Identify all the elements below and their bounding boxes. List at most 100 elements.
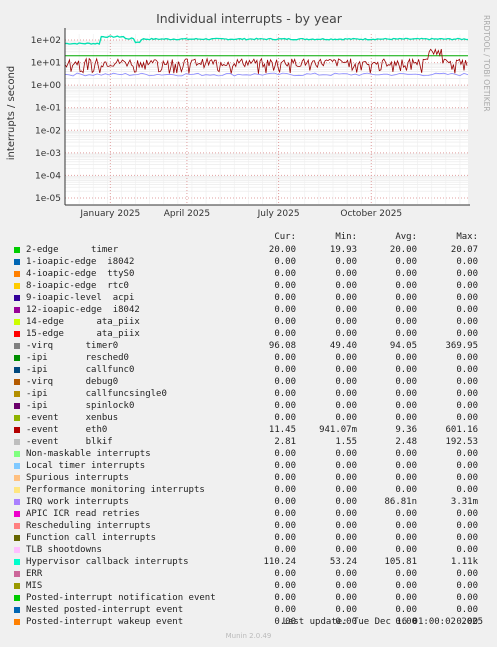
legend-cur: 0.00: [274, 485, 296, 495]
x-tick-label: October 2025: [340, 209, 402, 219]
legend-min: 0.00: [335, 533, 357, 543]
legend-row: Local timer interrupts 0.00 0.00 0.00 0.00: [0, 460, 497, 472]
legend-label: -virq timer0: [26, 341, 119, 351]
legend-min: 0.00: [335, 485, 357, 495]
legend-min: 0.00: [335, 269, 357, 279]
legend-avg: 0.00: [395, 317, 417, 327]
chart-area: Individual interrupts - by year interrup…: [6, 11, 491, 219]
legend-cur: 0.00: [274, 473, 296, 483]
legend-min: 0.00: [335, 593, 357, 603]
legend-row: -virq debug0 0.00 0.00 0.00 0.00: [0, 376, 497, 388]
legend-row: 8-ioapic-edge rtc0 0.00 0.00 0.00 0.00: [0, 280, 497, 292]
legend-label: Nested posted-interrupt event: [26, 605, 184, 615]
legend-header-max: Max:: [456, 232, 478, 242]
legend-min: 0.00: [335, 581, 357, 591]
legend-label: -ipi callfuncsingle0: [26, 389, 167, 399]
legend-swatch: [14, 487, 20, 493]
legend-row: 12-ioapic-edge i8042 0.00 0.00 0.00 0.00: [0, 304, 497, 316]
legend-cur: 0.00: [274, 605, 296, 615]
legend-min: 0.00: [335, 353, 357, 363]
legend-avg: 0.00: [395, 509, 417, 519]
legend-swatch: [14, 343, 20, 349]
legend-label: Spurious interrupts: [26, 473, 129, 483]
legend-swatch: [14, 583, 20, 589]
legend-swatch: [14, 439, 20, 445]
legend-min: 941.07m: [319, 425, 357, 435]
legend-row: Performance monitoring interrupts 0.00 0.0…: [0, 484, 497, 496]
legend-min: 49.40: [329, 341, 357, 351]
legend-row: Spurious interrupts 0.00 0.00 0.00 0.00: [0, 472, 497, 484]
legend-max: 192.53: [445, 437, 478, 447]
legend-label: TLB shootdowns: [26, 545, 102, 555]
x-tick-label: April 2025: [164, 209, 210, 219]
legend-max: 1.11k: [450, 557, 478, 567]
legend-cur: 0.00: [274, 377, 296, 387]
legend-label: -event xenbus: [26, 413, 119, 423]
legend-cur: 0.00: [274, 317, 296, 327]
legend-max: 0.00: [456, 365, 478, 375]
legend-row: ERR 0.00 0.00 0.00 0.00: [0, 568, 497, 580]
legend-swatch: [14, 451, 20, 457]
legend-swatch: [14, 295, 20, 301]
legend-swatch: [14, 523, 20, 529]
legend-max: 0.00: [456, 329, 478, 339]
legend-label: 8-ioapic-edge rtc0: [26, 281, 129, 291]
legend-cur: 2.81: [274, 437, 296, 447]
legend-row: -event blkif 2.81 1.55 2.48 192.53: [0, 436, 497, 448]
legend-cur: 0.00: [274, 581, 296, 591]
y-tick-labels: 1e+02 1e+01 1e+00 1e-01 1e-02 1e-03 1e-04 1e-05: [31, 36, 62, 204]
munin-version: Munin 2.0.49: [225, 632, 272, 640]
legend-swatch: [14, 619, 20, 625]
legend-max: 0.00: [456, 461, 478, 471]
y-axis-label: interrupts / second: [6, 66, 17, 160]
legend-label: 14-edge ata_piix: [26, 317, 140, 327]
last-update: Last update: Tue Dec 16 01:00:02 2025: [282, 617, 483, 627]
legend-row: IRQ work interrupts 0.00 0.00 86.81n 3.31m: [0, 496, 497, 508]
legend-row: -ipi resched0 0.00 0.00 0.00 0.00: [0, 352, 497, 364]
legend-min: 0.00: [335, 281, 357, 291]
legend-min: 0.00: [335, 377, 357, 387]
legend-max: 0.00: [456, 413, 478, 423]
legend-swatch: [14, 331, 20, 337]
legend-cur: 0.00: [274, 533, 296, 543]
legend-label: Posted-interrupt wakeup event: [26, 617, 184, 627]
rrdtool-credit: RRDTOOL / TOBI OETIKER: [482, 15, 491, 112]
legend-avg: 0.00: [395, 485, 417, 495]
legend-swatch: [14, 307, 20, 313]
legend-max: 0.00: [456, 593, 478, 603]
legend-label: -ipi spinlock0: [26, 401, 135, 411]
legend-cur: 0.00: [274, 569, 296, 579]
y-tick-label: 1e-03: [35, 149, 61, 159]
legend-avg: 86.81n: [384, 497, 417, 507]
legend-cur: 11.45: [268, 425, 296, 435]
legend-min: 0.00: [335, 449, 357, 459]
legend-swatch: [14, 475, 20, 481]
y-tick-label: 1e-02: [35, 126, 61, 136]
legend-cur: 0.00: [274, 545, 296, 555]
legend-cur: 0.00: [274, 365, 296, 375]
legend-header-avg: Avg:: [395, 232, 417, 242]
legend-cur: 0.00: [274, 449, 296, 459]
legend-swatch: [14, 367, 20, 373]
legend-max: 601.16: [445, 425, 478, 435]
legend-swatch: [14, 319, 20, 325]
legend-avg: 94.05: [389, 341, 417, 351]
legend-row: 2-edge timer 20.00 19.93 20.00 20.07: [0, 244, 497, 256]
legend-swatch: [14, 427, 20, 433]
legend-avg: 0.00: [395, 257, 417, 267]
legend-label: APIC ICR read retries: [26, 509, 140, 519]
legend-label: Hypervisor callback interrupts: [26, 557, 189, 567]
legend-avg: 0.00: [395, 377, 417, 387]
y-tick-label: 1e+00: [31, 81, 62, 91]
legend-max: 0.00: [456, 269, 478, 279]
legend-min: 0.00: [335, 461, 357, 471]
legend-row: Rescheduling interrupts 0.00 0.00 0.00 0.00: [0, 520, 497, 532]
legend-avg: 0.00: [395, 545, 417, 555]
legend-swatch: [14, 547, 20, 553]
legend-max: 0.00: [456, 533, 478, 543]
legend-max: 0.00: [456, 449, 478, 459]
legend-min: 0.00: [335, 329, 357, 339]
legend-swatch: [14, 559, 20, 565]
x-tick-label: January 2025: [79, 209, 140, 219]
legend-row: -event eth0 11.45 941.07m 9.36 601.16: [0, 424, 497, 436]
